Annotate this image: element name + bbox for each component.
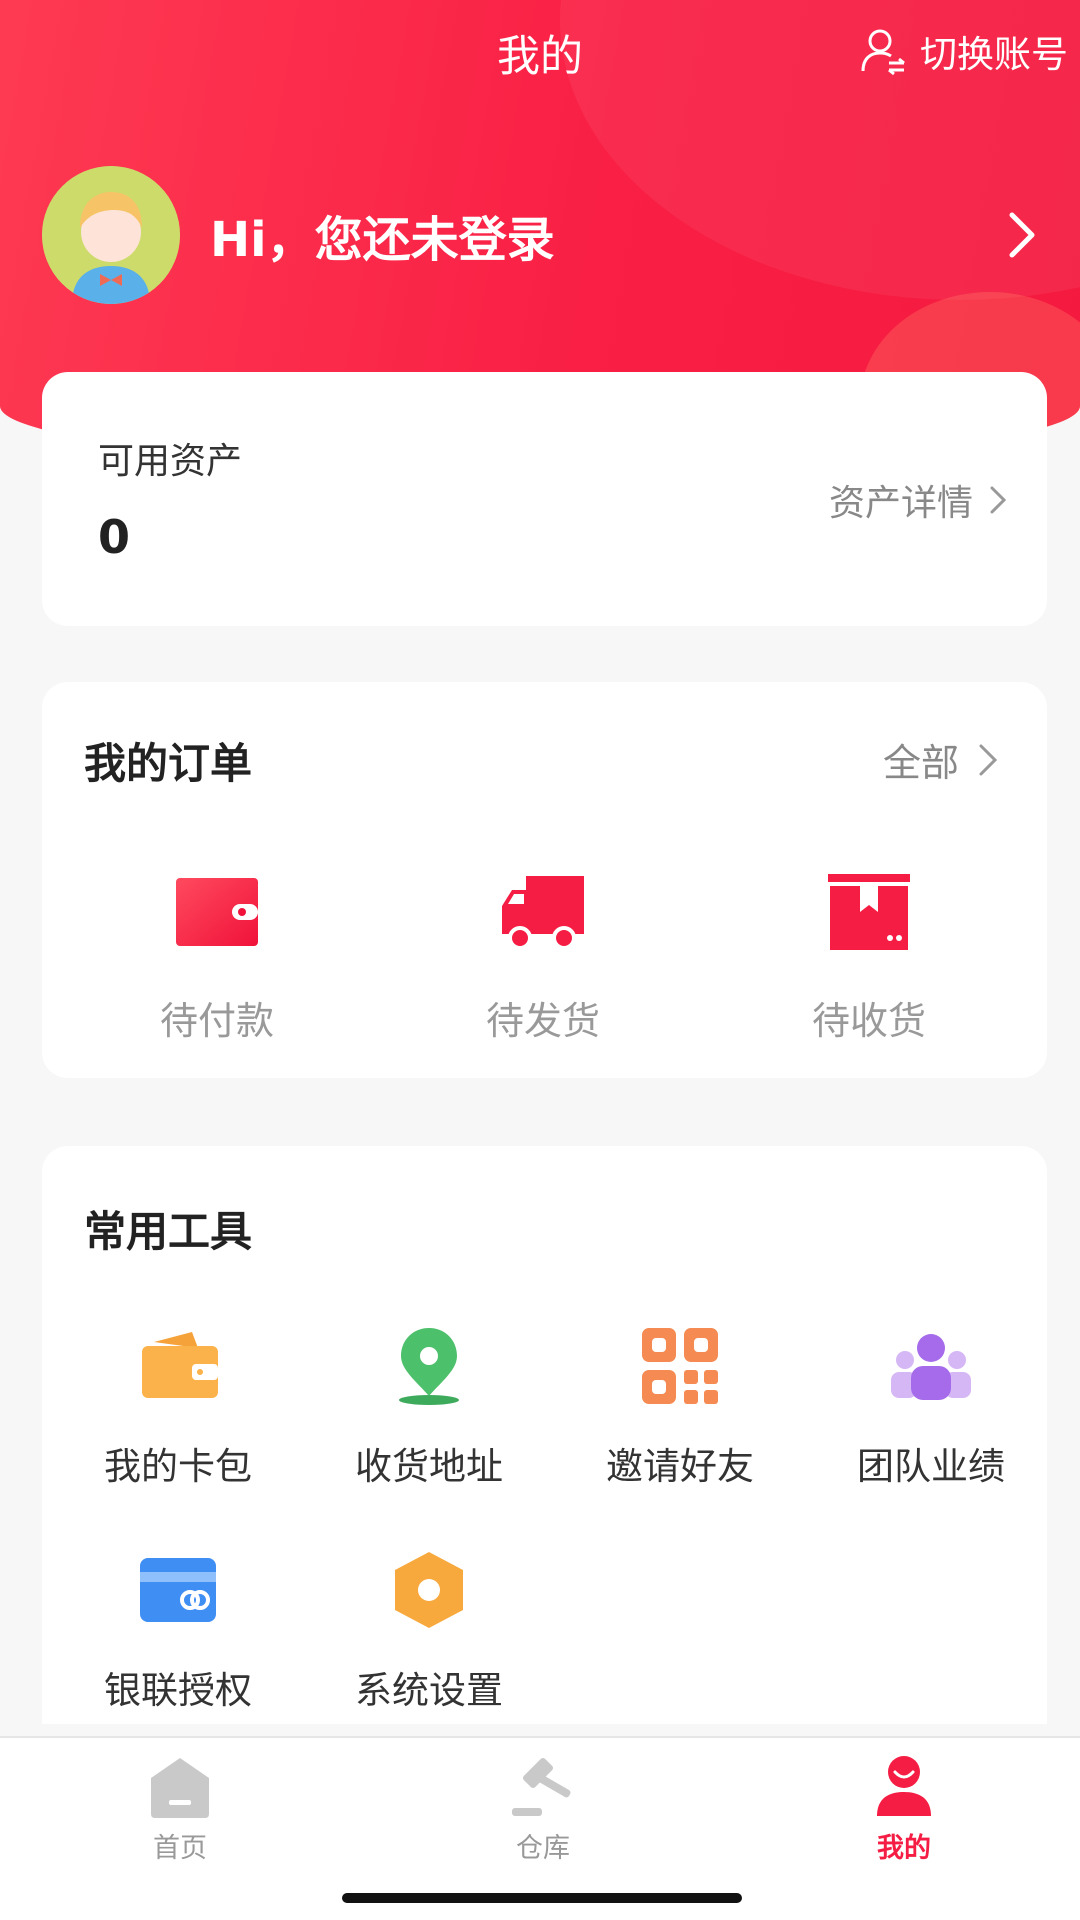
tool-shipping-address-label: 收货地址 [355,1445,503,1488]
chevron-right-icon [1009,212,1035,258]
tool-invite-friends-label: 邀请好友 [606,1445,754,1488]
user-icon [877,1756,931,1816]
tool-invite-friends[interactable]: 邀请好友 [570,1324,790,1490]
orders-all-link[interactable]: 全部 [883,732,1001,787]
package-icon [828,874,910,950]
order-pending-payment[interactable]: 待付款 [117,872,317,1045]
home-indicator [342,1893,742,1903]
tool-unionpay-auth-label: 银联授权 [104,1669,252,1712]
avatar[interactable] [42,166,180,304]
card-wallet-icon [142,1332,218,1398]
orders-all-label: 全部 [882,741,959,785]
tab-warehouse[interactable]: 仓库 [443,1752,643,1865]
tab-mine-label: 我的 [877,1833,931,1864]
wallet-icon [176,878,258,946]
tools-title: 常用工具 [84,1207,253,1256]
tool-team-performance-label: 团队业绩 [857,1445,1005,1488]
order-pending-shipment[interactable]: 待发货 [443,872,643,1045]
tool-system-settings-label: 系统设置 [355,1669,503,1712]
tab-warehouse-label: 仓库 [516,1833,570,1864]
assets-detail-link[interactable]: 资产详情 [829,474,1011,526]
tab-home-label: 首页 [153,1833,207,1864]
assets-value: 0 [98,510,131,564]
tool-system-settings[interactable]: 系统设置 [319,1548,539,1714]
switch-account-label: 切换账号 [920,33,1068,76]
order-pending-receipt-label: 待收货 [811,999,926,1043]
qr-code-icon [642,1328,718,1404]
switch-user-icon [861,29,905,76]
orders-title: 我的订单 [84,739,253,788]
team-icon [891,1334,971,1400]
settings-hexagon-icon [395,1552,463,1628]
location-pin-icon [399,1328,459,1405]
auction-hammer-icon [512,1757,571,1816]
tool-card-wallet[interactable]: 我的卡包 [68,1324,288,1490]
tab-home[interactable]: 首页 [80,1752,280,1865]
tool-unionpay-auth[interactable]: 银联授权 [68,1548,288,1714]
order-pending-payment-label: 待付款 [159,999,274,1043]
default-avatar-icon [42,166,180,304]
tools-card: 常用工具 我的卡包 收货地址 邀请好友 团队业绩 银联授权 系统设置 [42,1146,1047,1724]
tab-mine[interactable]: 我的 [804,1752,1004,1865]
tool-shipping-address[interactable]: 收货地址 [319,1324,539,1490]
chevron-right-icon [979,744,998,775]
assets-detail-label: 资产详情 [828,483,973,524]
tool-team-performance[interactable]: 团队业绩 [821,1324,1041,1490]
login-profile-row[interactable]: Hi，您还未登录 [42,165,1042,305]
truck-icon [502,876,584,950]
home-icon [151,1758,209,1818]
switch-account-button[interactable]: 切换账号 [858,24,1068,78]
orders-card: 我的订单 全部 待付款 待发货 待收货 [42,682,1047,1078]
unionpay-card-icon [140,1558,216,1622]
tool-card-wallet-label: 我的卡包 [104,1445,252,1488]
assets-card: 可用资产 0 资产详情 [42,372,1047,626]
chevron-right-icon [990,486,1007,514]
order-pending-shipment-label: 待发货 [485,999,600,1043]
assets-label: 可用资产 [98,441,243,482]
login-greeting: Hi，您还未登录 [210,212,555,268]
order-pending-receipt[interactable]: 待收货 [769,872,969,1045]
